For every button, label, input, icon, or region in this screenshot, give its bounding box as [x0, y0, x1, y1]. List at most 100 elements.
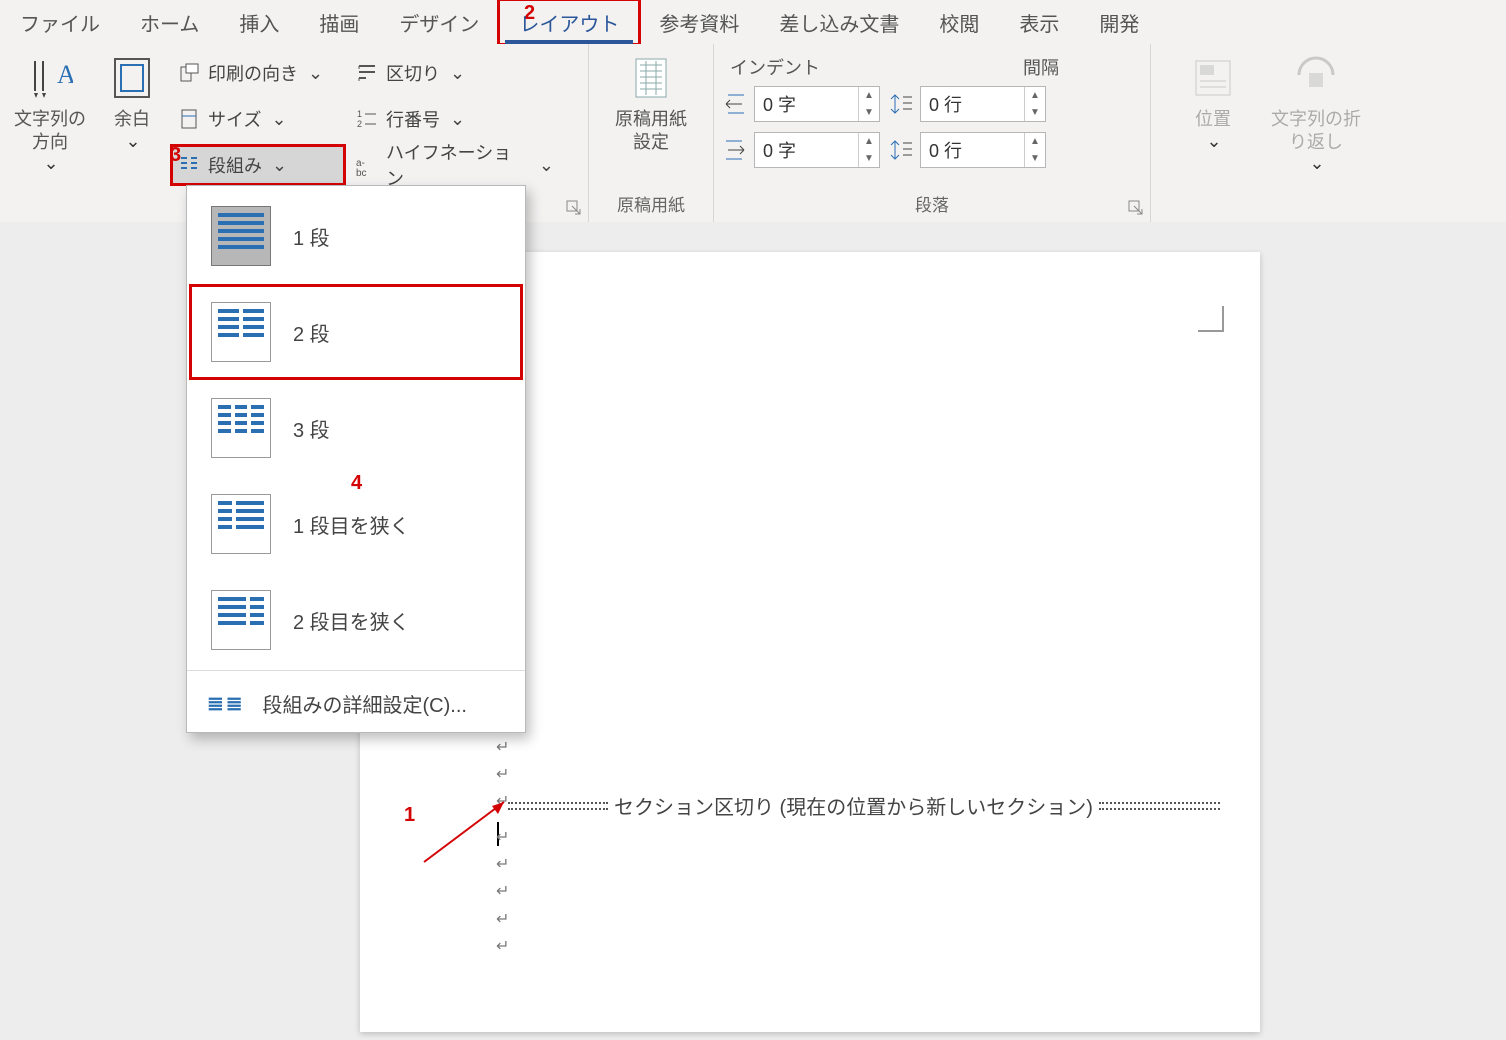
orientation-label: 印刷の向き	[208, 60, 298, 86]
group-label-paragraph: 段落	[722, 187, 1142, 222]
tab-insert[interactable]: 挿入	[219, 0, 299, 44]
tab-mailings[interactable]: 差し込み文書	[759, 0, 919, 44]
svg-text:bc: bc	[356, 168, 367, 176]
spacing-before-icon	[888, 91, 914, 117]
indent-right-input[interactable]: 0 字 ▲▼	[754, 132, 880, 168]
spin-up[interactable]: ▲	[1025, 133, 1045, 150]
position-label: 位置	[1195, 108, 1231, 131]
hyphenation-button[interactable]: a-bc ハイフネーション ⌄	[350, 146, 560, 184]
section-break-line: セクション区切り (現在の位置から新しいセクション)	[508, 791, 1220, 820]
spacing-after-value: 0 行	[921, 133, 1024, 167]
margin-corner-mark	[1198, 306, 1224, 332]
spacing-before-input[interactable]: 0 行 ▲▼	[920, 86, 1046, 122]
indent-title: インデント	[722, 54, 932, 86]
columns-option-2-label: 2 段	[293, 318, 330, 347]
manuscript-paper-label: 原稿用紙 設定	[615, 108, 687, 153]
spin-down[interactable]: ▼	[859, 150, 879, 167]
columns-more-label: 段組みの詳細設定(C)...	[263, 689, 467, 718]
columns-option-right-narrow[interactable]: 2 段目を狭く	[191, 574, 521, 666]
columns-label: 段組み	[208, 152, 262, 178]
chevron-down-icon: ⌄	[125, 131, 140, 152]
group-label-manuscript: 原稿用紙	[597, 187, 705, 222]
size-icon	[178, 108, 200, 130]
columns-option-1-label: 1 段	[293, 222, 330, 251]
size-button[interactable]: サイズ ⌄	[172, 100, 344, 138]
text-direction-icon: A	[26, 54, 74, 102]
spacing-after-input[interactable]: 0 行 ▲▼	[920, 132, 1046, 168]
text-wrap-button: 文字列の折 り返し ⌄	[1265, 50, 1367, 192]
menu-separator	[187, 670, 525, 671]
orientation-icon	[178, 62, 200, 84]
indent-left-icon	[722, 91, 748, 117]
columns-button[interactable]: 段組み ⌄	[172, 146, 344, 184]
columns-option-left-narrow-label: 1 段目を狭く	[293, 510, 410, 539]
spin-up[interactable]: ▲	[859, 133, 879, 150]
manuscript-paper-button[interactable]: 原稿用紙 設定	[609, 50, 693, 187]
columns-option-left-narrow-icon	[211, 494, 271, 554]
tab-draw[interactable]: 描画	[299, 0, 379, 44]
indent-left-input[interactable]: 0 字 ▲▼	[754, 86, 880, 122]
tab-review[interactable]: 校閲	[919, 0, 999, 44]
spin-down[interactable]: ▼	[1025, 150, 1045, 167]
spacing-before-value: 0 行	[921, 87, 1024, 121]
tab-layout[interactable]: レイアウト	[499, 0, 639, 44]
page-setup-dialog-launcher[interactable]	[566, 200, 582, 216]
spin-up[interactable]: ▲	[859, 87, 879, 104]
columns-option-right-narrow-icon	[211, 590, 271, 650]
svg-text:A: A	[57, 60, 73, 89]
line-numbers-button[interactable]: 12 行番号 ⌄	[350, 100, 560, 138]
columns-more-icon: ≣≣	[207, 691, 245, 716]
chevron-down-icon: ⌄	[450, 63, 465, 84]
spin-down[interactable]: ▼	[859, 104, 879, 121]
chevron-down-icon: ⌄	[271, 109, 286, 130]
size-label: サイズ	[208, 106, 261, 132]
margins-icon	[108, 54, 156, 102]
orientation-button[interactable]: 印刷の向き ⌄	[172, 54, 344, 92]
tab-file[interactable]: ファイル	[0, 0, 120, 44]
columns-option-2[interactable]: 2 段	[191, 286, 521, 378]
spin-down[interactable]: ▼	[1025, 104, 1045, 121]
breaks-button[interactable]: 区切り ⌄	[350, 54, 560, 92]
spacing-after-icon	[888, 137, 914, 163]
chevron-down-icon: ⌄	[1309, 153, 1324, 174]
columns-option-3-label: 3 段	[293, 414, 330, 443]
tab-developer[interactable]: 開発	[1079, 0, 1159, 44]
columns-more-settings[interactable]: ≣≣ 段組みの詳細設定(C)...	[187, 675, 525, 732]
indent-left-value: 0 字	[755, 87, 858, 121]
text-wrap-icon	[1292, 54, 1340, 102]
text-direction-button[interactable]: A 文字列の 方向 ⌄	[8, 50, 92, 192]
line-numbers-icon: 12	[356, 108, 378, 130]
hyphenation-label: ハイフネーション	[386, 139, 529, 191]
columns-option-3-icon	[211, 398, 271, 458]
tab-design[interactable]: デザイン	[379, 0, 499, 44]
tab-view[interactable]: 表示	[999, 0, 1079, 44]
chevron-down-icon: ⌄	[1206, 131, 1221, 152]
line-numbers-label: 行番号	[386, 106, 440, 132]
text-direction-label: 文字列の 方向	[14, 108, 86, 153]
columns-icon	[178, 154, 200, 176]
tab-references[interactable]: 参考資料	[639, 0, 759, 44]
paragraph-dialog-launcher[interactable]	[1128, 200, 1144, 216]
ribbon-tabs: ファイル ホーム 挿入 描画 デザイン 2 レイアウト 参考資料 差し込み文書 …	[0, 0, 1506, 44]
columns-option-1[interactable]: 1 段	[191, 190, 521, 282]
tab-home[interactable]: ホーム	[120, 0, 219, 44]
chevron-down-icon: ⌄	[539, 155, 554, 176]
columns-option-3[interactable]: 3 段	[191, 382, 521, 474]
chevron-down-icon: ⌄	[43, 153, 58, 174]
spin-up[interactable]: ▲	[1025, 87, 1045, 104]
manuscript-paper-icon	[627, 54, 675, 102]
columns-dropdown: 1 段 4 2 段 3 段 1 段目を狭く	[186, 185, 526, 733]
paragraph-marks-after: ↵↵↵↵↵	[496, 824, 509, 960]
columns-option-2-icon	[211, 302, 271, 362]
text-wrap-label: 文字列の折 り返し	[1271, 108, 1361, 153]
breaks-icon	[356, 62, 378, 84]
columns-option-left-narrow[interactable]: 1 段目を狭く	[191, 478, 521, 570]
margins-button[interactable]: 余白 ⌄	[98, 50, 166, 192]
hyphenation-icon: a-bc	[356, 154, 378, 176]
svg-text:2: 2	[357, 119, 362, 129]
chevron-down-icon: ⌄	[450, 109, 465, 130]
columns-option-1-icon	[211, 206, 271, 266]
indent-right-icon	[722, 137, 748, 163]
chevron-down-icon: ⌄	[308, 63, 323, 84]
svg-text:1: 1	[357, 109, 362, 119]
